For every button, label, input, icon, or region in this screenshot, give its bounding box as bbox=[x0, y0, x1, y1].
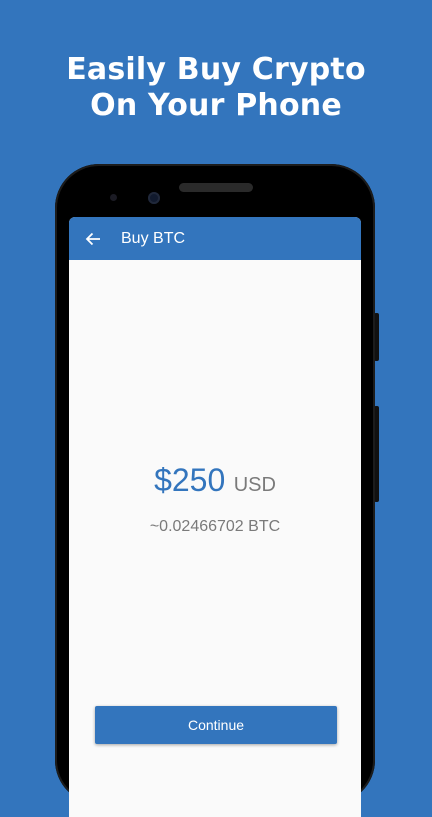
amount-value: $250 bbox=[154, 462, 226, 498]
continue-button[interactable]: Continue bbox=[95, 706, 337, 744]
crypto-estimate: ~0.02466702 BTC bbox=[149, 518, 281, 535]
promo-headline-line-2: On Your Phone bbox=[90, 88, 342, 123]
amount-currency: USD bbox=[233, 474, 276, 496]
app-bar: Buy BTC bbox=[69, 217, 361, 260]
phone-speaker bbox=[179, 183, 253, 192]
page-title: Buy BTC bbox=[121, 230, 186, 247]
back-button[interactable] bbox=[77, 223, 109, 255]
amount-display: $250 USD bbox=[69, 462, 361, 499]
arrow-back-icon bbox=[85, 232, 100, 246]
front-camera bbox=[148, 192, 160, 204]
phone-sensor bbox=[110, 194, 117, 201]
promo-headline-line-1: Easily Buy Crypto bbox=[66, 52, 366, 87]
phone-frame: Buy BTC $250 USD ~0.02466702 BTC Continu… bbox=[55, 164, 375, 817]
app-screen: Buy BTC $250 USD ~0.02466702 BTC Continu… bbox=[69, 217, 361, 817]
promo-headline: Easily Buy Crypto On Your Phone bbox=[0, 52, 432, 124]
